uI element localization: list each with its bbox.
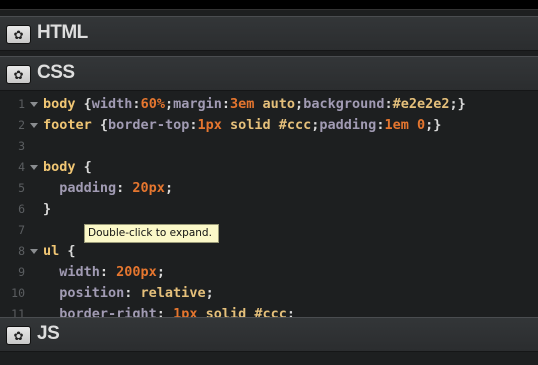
code-token: : <box>221 96 231 112</box>
line-number: 7 <box>18 223 25 237</box>
line-number: 5 <box>18 181 25 195</box>
code-text: width: 200px; <box>43 261 165 284</box>
css-panel-header[interactable]: ✿ CSS <box>0 56 538 91</box>
code-token: ; <box>295 96 304 112</box>
line-number: 1 <box>18 97 25 111</box>
code-token: width <box>43 264 100 280</box>
code-token: : <box>116 180 133 196</box>
code-line[interactable]: 11 border-right: 1px solid #ccc; <box>0 303 538 317</box>
code-line[interactable]: 8 ul { <box>0 240 538 263</box>
code-token: 20px <box>132 180 165 196</box>
code-line[interactable]: 3 <box>0 135 538 158</box>
gear-icon: ✿ <box>13 68 24 82</box>
line-number: 10 <box>11 286 25 300</box>
code-text: ul { <box>43 240 76 263</box>
code-token: auto <box>254 96 296 112</box>
line-number: 2 <box>18 118 25 132</box>
code-line[interactable]: 7 <box>0 219 538 242</box>
code-line[interactable]: 10 position: relative; <box>0 282 538 305</box>
code-token: width <box>91 96 133 112</box>
code-text: } <box>43 198 51 221</box>
line-number: 8 <box>18 244 25 258</box>
code-token: ; <box>164 96 174 112</box>
code-token: ul <box>43 243 68 259</box>
gear-icon: ✿ <box>13 329 24 343</box>
code-line[interactable]: 9 width: 200px; <box>0 261 538 284</box>
code-token: position <box>43 285 125 301</box>
code-token: 1px <box>197 117 222 133</box>
gear-icon: ✿ <box>13 28 24 42</box>
html-panel-header[interactable]: ✿ HTML <box>0 16 538 51</box>
top-bar <box>0 0 538 10</box>
css-settings-button[interactable]: ✿ <box>6 65 31 84</box>
code-token: relative <box>140 285 206 301</box>
code-line[interactable]: 4 body { <box>0 156 538 179</box>
fold-arrow-icon[interactable] <box>30 123 38 128</box>
code-token: body <box>43 159 84 175</box>
code-token: ; <box>205 285 214 301</box>
css-panel-title: CSS <box>37 62 75 83</box>
code-token: solid #ccc <box>221 117 312 133</box>
code-token: } <box>43 201 52 217</box>
css-code-editor[interactable]: 1 body {width:60%;margin:3em auto;backgro… <box>0 91 538 317</box>
code-text: position: relative; <box>43 282 214 305</box>
html-panel-title: HTML <box>37 22 88 43</box>
expand-tooltip: Double-click to expand. <box>84 224 219 243</box>
fold-arrow-icon[interactable] <box>30 102 38 107</box>
code-text: body {width:60%;margin:3em auto;backgrou… <box>43 93 466 116</box>
code-line[interactable]: 2 footer {border-top:1px solid #ccc;paddi… <box>0 114 538 137</box>
code-token: ; <box>164 180 174 196</box>
code-token: background <box>303 96 385 112</box>
code-token: { <box>67 243 76 259</box>
code-token: ;} <box>449 96 466 112</box>
code-token: footer <box>43 117 100 133</box>
line-number: 4 <box>18 160 25 174</box>
code-line[interactable]: 6} <box>0 198 538 221</box>
code-token: ; <box>286 306 295 317</box>
js-panel-title: JS <box>37 323 60 344</box>
html-settings-button[interactable]: ✿ <box>6 25 31 44</box>
code-token: 200px <box>116 264 157 280</box>
code-text: border-right: 1px solid #ccc; <box>43 303 295 317</box>
code-token: #e2e2e2 <box>392 96 450 112</box>
code-token: 1px <box>173 306 198 317</box>
code-token: body <box>43 96 84 112</box>
code-token: { <box>83 96 92 112</box>
code-token: 60% <box>140 96 165 112</box>
code-token: margin <box>173 96 222 112</box>
fold-arrow-icon[interactable] <box>30 249 38 254</box>
line-number: 11 <box>11 307 25 317</box>
fold-arrow-icon[interactable] <box>30 165 38 170</box>
line-number: 9 <box>18 265 25 279</box>
code-token: padding <box>319 117 377 133</box>
code-token: border-right <box>43 306 157 317</box>
js-panel-header[interactable]: ✿ JS <box>0 317 538 352</box>
code-token: 1em 0 <box>384 117 426 133</box>
line-number: 3 <box>18 139 25 153</box>
code-text: body { <box>43 156 92 179</box>
code-token: : <box>124 285 141 301</box>
code-text: padding: 20px; <box>43 177 173 200</box>
code-token: : <box>99 264 117 280</box>
code-token: : <box>156 306 174 317</box>
code-token: solid #ccc <box>197 306 287 317</box>
code-token: : <box>132 96 141 112</box>
code-token: border-top <box>108 117 190 133</box>
code-token: { <box>99 117 109 133</box>
code-token: padding <box>43 180 117 196</box>
line-number: 6 <box>18 202 25 216</box>
js-settings-button[interactable]: ✿ <box>6 326 31 345</box>
code-text: footer {border-top:1px solid #ccc;paddin… <box>43 114 441 137</box>
code-token: ; <box>156 264 165 280</box>
code-token: : <box>384 96 393 112</box>
code-token: ;} <box>425 117 442 133</box>
code-line[interactable]: 5 padding: 20px; <box>0 177 538 200</box>
code-token: 3em <box>230 96 255 112</box>
code-token: { <box>83 159 92 175</box>
code-line[interactable]: 1 body {width:60%;margin:3em auto;backgro… <box>0 93 538 116</box>
